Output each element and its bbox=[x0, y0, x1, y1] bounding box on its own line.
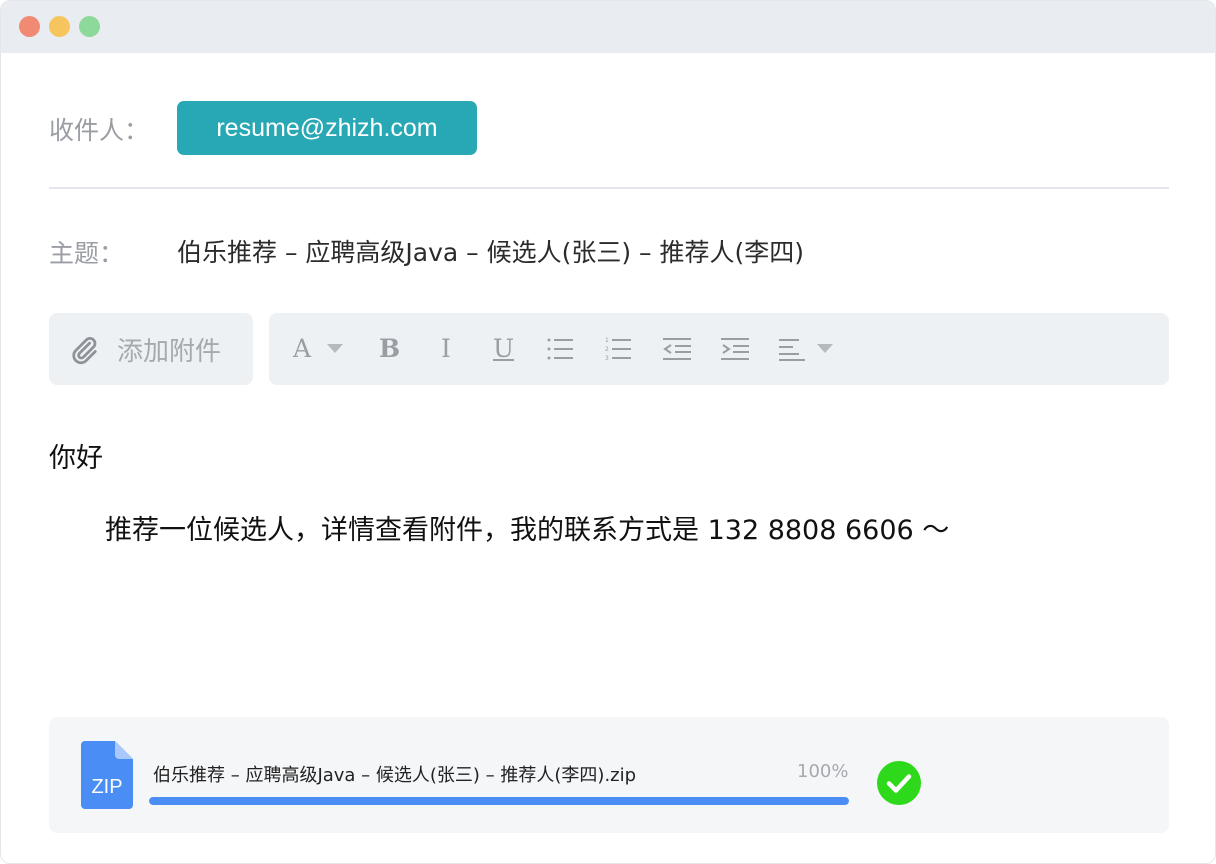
underline-label: U bbox=[493, 334, 515, 363]
svg-text:2: 2 bbox=[605, 346, 609, 353]
recipient-label: 收件人： bbox=[49, 116, 150, 145]
upload-percent: 100% bbox=[797, 761, 849, 782]
italic-button[interactable]: I bbox=[441, 331, 451, 367]
font-dropdown-icon[interactable] bbox=[327, 344, 343, 353]
email-body-text[interactable]: 推荐一位候选人，详情查看附件，我的联系方式是 132 8808 6606 ～ bbox=[105, 508, 949, 547]
title-bar bbox=[1, 1, 1215, 53]
email-compose-window: 收件人： resume@zhizh.com 主题： 伯乐推荐 – 应聘高级Jav… bbox=[0, 0, 1216, 864]
divider bbox=[49, 187, 1169, 189]
recipient-chip[interactable]: resume@zhizh.com bbox=[177, 101, 477, 155]
upload-complete-check-icon bbox=[877, 761, 921, 805]
email-body-greeting[interactable]: 你好 bbox=[49, 436, 103, 475]
subject-field[interactable]: 伯乐推荐 – 应聘高级Java – 候选人(张三) – 推荐人(李四) bbox=[177, 233, 804, 269]
format-toolbar: A B I U 1 2 3 bbox=[269, 313, 1169, 385]
bold-button[interactable]: B bbox=[379, 331, 400, 367]
underline-button[interactable]: U bbox=[493, 331, 514, 367]
numbered-list-icon[interactable]: 1 2 3 bbox=[605, 336, 631, 372]
font-letter: A bbox=[293, 334, 312, 363]
zip-file-icon: ZIP bbox=[81, 741, 133, 809]
bold-label: B bbox=[379, 334, 401, 363]
font-color-button[interactable]: A bbox=[293, 331, 311, 367]
paperclip-icon bbox=[72, 337, 97, 365]
bullet-list-icon[interactable] bbox=[547, 336, 573, 372]
upload-progress-bar bbox=[149, 797, 849, 805]
align-dropdown-icon[interactable] bbox=[817, 344, 833, 353]
zip-icon-label: ZIP bbox=[91, 776, 122, 798]
add-attachment-label: 添加附件 bbox=[117, 337, 222, 367]
attachment-card: ZIP 伯乐推荐 – 应聘高级Java – 候选人(张三) – 推荐人(李四).… bbox=[49, 717, 1169, 833]
indent-icon[interactable] bbox=[721, 336, 749, 372]
close-window-button[interactable] bbox=[19, 16, 40, 37]
italic-label: I bbox=[441, 334, 451, 363]
outdent-icon[interactable] bbox=[663, 336, 691, 372]
upload-progress-fill bbox=[149, 797, 849, 805]
attachment-file-name: 伯乐推荐 – 应聘高级Java – 候选人(张三) – 推荐人(李四).zip bbox=[153, 765, 637, 786]
svg-text:3: 3 bbox=[605, 355, 609, 362]
maximize-window-button[interactable] bbox=[79, 16, 100, 37]
subject-label: 主题： bbox=[49, 239, 125, 268]
minimize-window-button[interactable] bbox=[49, 16, 70, 37]
add-attachment-button[interactable]: 添加附件 bbox=[49, 313, 253, 385]
svg-text:1: 1 bbox=[605, 337, 609, 344]
align-left-icon[interactable] bbox=[779, 337, 805, 373]
